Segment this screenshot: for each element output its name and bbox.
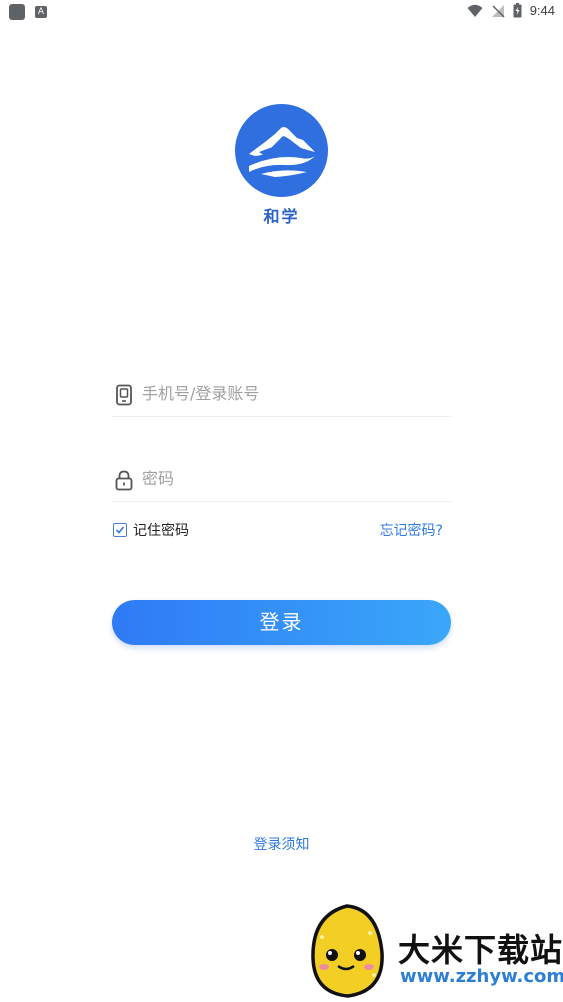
password-input[interactable] — [142, 465, 442, 491]
remember-password-toggle[interactable]: 记住密码 — [113, 520, 189, 540]
lock-icon — [115, 470, 133, 491]
status-bar: A 9:44 — [0, 0, 563, 24]
wifi-icon — [467, 4, 483, 17]
login-notice-link[interactable]: 登录须知 — [0, 834, 563, 854]
watermark-url: www.zzhyw.com — [400, 966, 563, 987]
phone-icon — [116, 384, 132, 406]
watermark-title: 大米下载站 — [398, 931, 563, 969]
login-button[interactable]: 登录 — [112, 600, 451, 645]
status-time: 9:44 — [529, 3, 555, 18]
app-notification-icon — [9, 4, 25, 20]
app-name: 和学 — [263, 207, 300, 226]
no-signal-icon — [491, 4, 505, 18]
battery-icon — [513, 3, 522, 18]
password-field[interactable] — [112, 455, 451, 502]
check-icon — [115, 526, 125, 534]
account-input[interactable] — [142, 380, 442, 406]
status-notifications: A — [9, 4, 47, 20]
watermark-mascot-icon — [311, 904, 384, 998]
remember-label: 记住密码 — [133, 523, 189, 539]
account-field[interactable] — [112, 370, 451, 417]
font-notification-icon: A — [35, 6, 47, 18]
remember-checkbox[interactable] — [113, 523, 127, 537]
forgot-password-link[interactable]: 忘记密码? — [380, 520, 443, 540]
app-logo-icon — [235, 104, 328, 197]
status-indicators: 9:44 — [467, 3, 555, 18]
